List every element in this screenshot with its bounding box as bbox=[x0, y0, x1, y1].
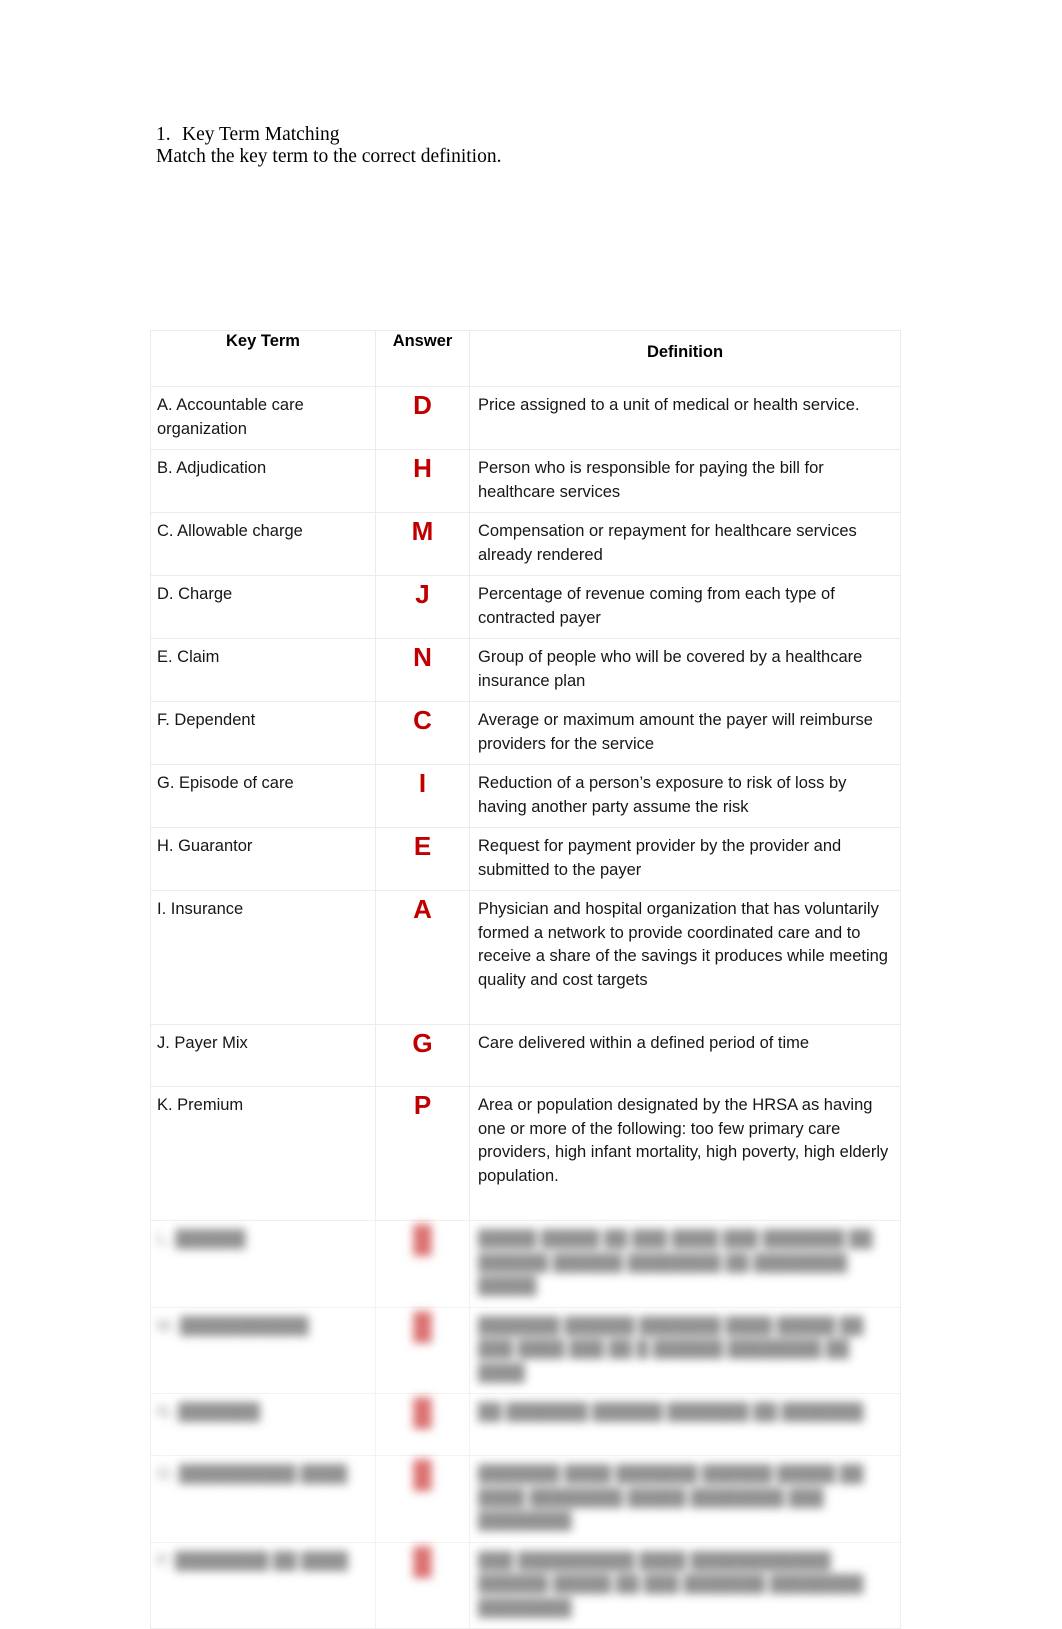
answer-letter: █ bbox=[413, 1310, 432, 1341]
cell-key-term: E. Claim bbox=[150, 638, 376, 702]
key-term-matching-table: Key Term Answer Definition A. Accountabl… bbox=[150, 330, 901, 1629]
cell-answer[interactable]: █ bbox=[375, 1393, 470, 1456]
cell-key-term: I. Insurance bbox=[150, 890, 376, 1025]
cell-answer[interactable]: P bbox=[375, 1086, 470, 1221]
column-header-definition: Definition bbox=[469, 330, 901, 387]
cell-key-term: J. Payer Mix bbox=[150, 1024, 376, 1087]
cell-definition: Reduction of a person’s exposure to risk… bbox=[469, 764, 901, 828]
cell-answer[interactable]: █ bbox=[375, 1220, 470, 1308]
cell-answer[interactable]: I bbox=[375, 764, 470, 828]
cell-key-term: D. Charge bbox=[150, 575, 376, 639]
table-row: G. Episode of care I Reduction of a person… bbox=[150, 764, 901, 828]
prompt-title: Key Term Matching bbox=[182, 124, 340, 145]
answer-letter: █ bbox=[413, 1397, 432, 1427]
cell-key-term: M. ███████████ bbox=[150, 1306, 376, 1394]
cell-key-term: B. Adjudication bbox=[150, 449, 376, 513]
answer-letter: E bbox=[413, 831, 432, 861]
cell-definition: Average or maximum amount the payer will… bbox=[469, 701, 901, 765]
answer-letter: █ bbox=[413, 1545, 432, 1576]
answer-letter: P bbox=[413, 1090, 432, 1120]
document-page: 1. Key Term Matching Match the key term t… bbox=[0, 0, 1062, 1629]
table-header: Key Term Answer Definition bbox=[150, 330, 901, 387]
table-row: A. Accountable care organization D Price a… bbox=[150, 386, 901, 450]
prompt-block: 1. Key Term Matching Match the key term t… bbox=[156, 124, 916, 168]
cell-answer[interactable]: M bbox=[375, 512, 470, 576]
cell-key-term: C. Allowable charge bbox=[150, 512, 376, 576]
cell-answer[interactable]: █ bbox=[375, 1306, 470, 1394]
answer-letter: C bbox=[413, 705, 432, 735]
table-row: N. ███████ █ ██ ███████ ██████ ███████ ██ … bbox=[150, 1393, 901, 1456]
cell-definition: Percentage of revenue coming from each t… bbox=[469, 575, 901, 639]
cell-key-term: A. Accountable care organization bbox=[150, 386, 376, 450]
table-row: B. Adjudication H Person who is responsibl… bbox=[150, 449, 901, 513]
column-header-answer: Answer bbox=[375, 330, 470, 387]
column-header-key-term: Key Term bbox=[150, 330, 376, 387]
table-row: M. ███████████ █ ███████ ██████ ███████ ██… bbox=[150, 1306, 901, 1394]
cell-answer[interactable]: E bbox=[375, 827, 470, 891]
table-row: D. Charge J Percentage of revenue coming f… bbox=[150, 575, 901, 639]
cell-definition: Area or population designated by the HRS… bbox=[469, 1086, 901, 1221]
table-row: H. Guarantor E Request for payment provide… bbox=[150, 827, 901, 891]
cell-key-term: O. ██████████ ████ bbox=[150, 1455, 376, 1543]
cell-key-term: L. ██████ bbox=[150, 1220, 376, 1308]
table-row: E. Claim N Group of people who will be cov… bbox=[150, 638, 901, 702]
cell-answer[interactable]: █ bbox=[375, 1541, 470, 1629]
cell-key-term: F. Dependent bbox=[150, 701, 376, 765]
table-row: C. Allowable charge M Compensation or repa… bbox=[150, 512, 901, 576]
cell-key-term: N. ███████ bbox=[150, 1393, 376, 1456]
cell-answer[interactable]: C bbox=[375, 701, 470, 765]
cell-definition: Person who is responsible for paying the… bbox=[469, 449, 901, 513]
table-row: F. Dependent C Average or maximum amount t… bbox=[150, 701, 901, 765]
table-row: I. Insurance A Physician and hospital orga… bbox=[150, 890, 901, 1025]
cell-definition: ██ ███████ ██████ ███████ ██ ███████ bbox=[469, 1393, 901, 1456]
prompt-number: 1. bbox=[156, 124, 171, 145]
cell-key-term: G. Episode of care bbox=[150, 764, 376, 828]
cell-definition: Request for payment provider by the prov… bbox=[469, 827, 901, 891]
answer-letter: D bbox=[413, 390, 432, 420]
table-body: A. Accountable care organization D Price a… bbox=[150, 386, 901, 1629]
cell-definition: Group of people who will be covered by a… bbox=[469, 638, 901, 702]
table-row: O. ██████████ ████ █ ███████ ████ ███████ … bbox=[150, 1455, 901, 1543]
answer-letter: M bbox=[411, 516, 434, 546]
cell-answer[interactable]: █ bbox=[375, 1455, 470, 1543]
cell-answer[interactable]: H bbox=[375, 449, 470, 513]
cell-key-term: K. Premium bbox=[150, 1086, 376, 1221]
cell-definition: Price assigned to a unit of medical or h… bbox=[469, 386, 901, 450]
cell-answer[interactable]: A bbox=[375, 890, 470, 1025]
answer-letter: N bbox=[413, 642, 432, 672]
cell-definition: █████ █████ ██ ███ ████ ███ ███████ ██ █… bbox=[469, 1220, 901, 1308]
cell-definition: ███████ ██████ ███████ ████ █████ ██ ███… bbox=[469, 1306, 901, 1394]
prompt-title-line: 1. Key Term Matching bbox=[156, 124, 916, 146]
answer-letter: J bbox=[415, 579, 430, 609]
cell-key-term: H. Guarantor bbox=[150, 827, 376, 891]
answer-letter: G bbox=[412, 1028, 433, 1058]
header-row: Key Term Answer Definition bbox=[150, 330, 901, 387]
answer-letter: █ bbox=[413, 1459, 432, 1489]
table-row: K. Premium P Area or population designated… bbox=[150, 1086, 901, 1221]
cell-key-term: P. ████████ ██ ████ bbox=[150, 1541, 376, 1629]
prompt-instruction: Match the key term to the correct defini… bbox=[156, 146, 502, 167]
cell-definition: ███ ██████████ ████ ████████████ ██████ … bbox=[469, 1541, 901, 1629]
cell-answer[interactable]: G bbox=[375, 1024, 470, 1087]
table-row: J. Payer Mix G Care delivered within a def… bbox=[150, 1024, 901, 1087]
cell-definition: ███████ ████ ███████ ██████ █████ ██ ███… bbox=[469, 1455, 901, 1543]
answer-letter: A bbox=[413, 894, 432, 924]
cell-definition: Compensation or repayment for healthcare… bbox=[469, 512, 901, 576]
cell-answer[interactable]: N bbox=[375, 638, 470, 702]
answer-letter: H bbox=[413, 453, 432, 483]
cell-answer[interactable]: D bbox=[375, 386, 470, 450]
answer-letter: I bbox=[418, 768, 427, 798]
cell-definition: Care delivered within a defined period o… bbox=[469, 1024, 901, 1087]
cell-answer[interactable]: J bbox=[375, 575, 470, 639]
table-row: P. ████████ ██ ████ █ ███ ██████████ ████ … bbox=[150, 1541, 901, 1629]
answer-letter: █ bbox=[413, 1224, 432, 1254]
table-row: L. ██████ █ █████ █████ ██ ███ ████ ███ ██… bbox=[150, 1220, 901, 1308]
cell-definition: Physician and hospital organization that… bbox=[469, 890, 901, 1025]
